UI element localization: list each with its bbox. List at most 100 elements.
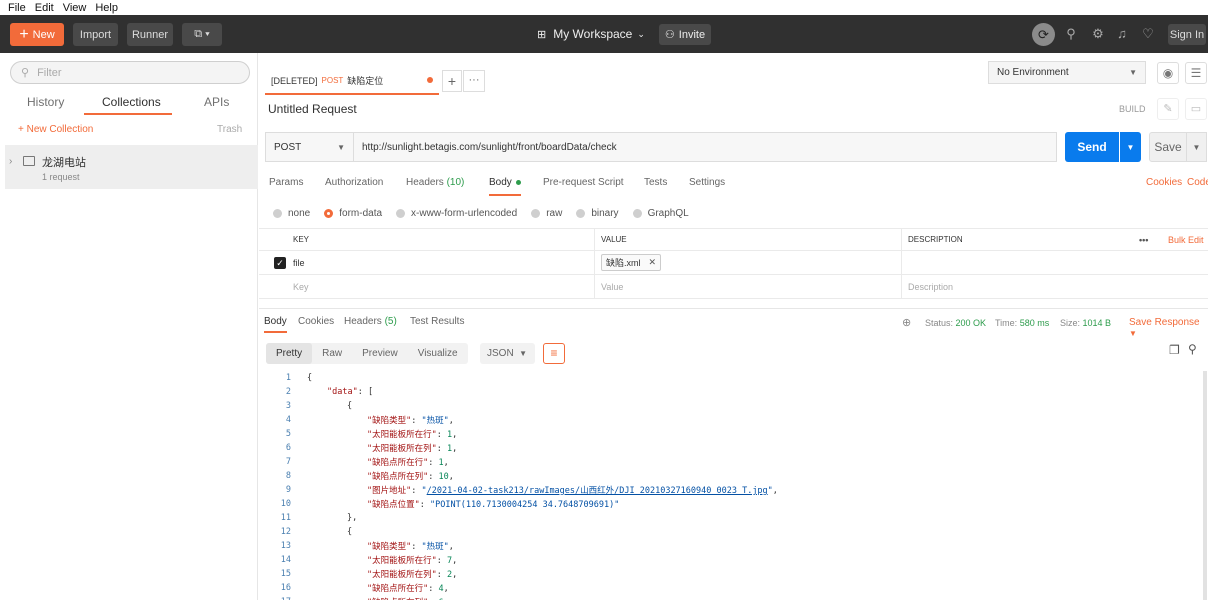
key-input[interactable]: Key — [287, 275, 309, 298]
tab-settings[interactable]: Settings — [689, 177, 725, 188]
plus-icon: + — [19, 25, 29, 43]
code-link[interactable]: Code — [1187, 177, 1208, 188]
tab-apis[interactable]: APIs — [204, 95, 229, 109]
radio-raw[interactable]: raw — [531, 208, 562, 219]
bulk-edit-link[interactable]: Bulk Edit — [1162, 229, 1204, 250]
view-visualize[interactable]: Visualize — [408, 343, 468, 364]
window-icon: ⧉ ▾ — [194, 28, 210, 40]
new-window-button[interactable]: ⧉ ▾ — [182, 23, 222, 46]
menu-view[interactable]: View — [63, 2, 87, 14]
menu-file[interactable]: File — [8, 2, 26, 14]
resp-tab-cookies[interactable]: Cookies — [298, 316, 334, 327]
col-description-header: DESCRIPTION — [901, 229, 963, 250]
environment-select[interactable]: No Environment ▼ — [988, 61, 1146, 84]
description-input[interactable]: Description — [901, 275, 953, 298]
table-header-row: KEY VALUE DESCRIPTION ••• Bulk Edit — [259, 228, 1208, 251]
chevron-right-icon[interactable]: › — [9, 156, 12, 167]
code-line: 14 "太阳能板所在行": 7, — [280, 555, 458, 566]
tab-headers[interactable]: Headers (10) — [406, 177, 464, 188]
workspace-switcher[interactable]: ⊞ My Workspace ⌄ — [537, 27, 645, 41]
code-line: 10 "缺陷点位置": "POINT(110.7130004254 34.7648… — [280, 499, 620, 510]
eye-icon[interactable]: ◉ — [1157, 62, 1179, 84]
send-button[interactable]: Send — [1065, 132, 1119, 162]
add-tab-button[interactable]: + — [442, 70, 462, 92]
tab-collections[interactable]: Collections — [102, 95, 161, 115]
tab-params[interactable]: Params — [269, 177, 303, 188]
satellite-icon[interactable]: ⚲ — [1063, 26, 1079, 42]
invite-button[interactable]: ⚇ Invite — [659, 24, 711, 45]
view-pretty[interactable]: Pretty — [266, 343, 313, 364]
resp-tab-test-results[interactable]: Test Results — [410, 316, 464, 327]
tab-authorization[interactable]: Authorization — [325, 177, 383, 188]
code-line: 2 "data": [ — [285, 387, 374, 397]
table-row: ✓ file 缺陷.xml ✕ — [259, 251, 1208, 275]
resp-tab-headers[interactable]: Headers (5) — [344, 316, 397, 327]
copy-icon[interactable]: ❐ — [1169, 343, 1180, 357]
row-value[interactable]: 缺陷.xml ✕ — [594, 251, 662, 274]
new-button[interactable]: + New — [10, 23, 64, 46]
send-options-button[interactable]: ▼ — [1120, 132, 1141, 162]
file-chip: 缺陷.xml ✕ — [601, 254, 662, 271]
view-raw[interactable]: Raw — [312, 343, 352, 364]
radio-urlencoded[interactable]: x-www-form-urlencoded — [396, 208, 517, 219]
code-line: 4 "缺陷类型": "热斑", — [285, 415, 454, 426]
collection-item[interactable]: › 龙湖电站 1 request — [5, 145, 258, 189]
url-input[interactable]: http://sunlight.betagis.com/sunlight/fro… — [354, 133, 1056, 161]
search-icon: ⚲ — [21, 67, 30, 79]
radio-form-data[interactable]: form-data — [324, 208, 382, 219]
more-options-icon[interactable]: ••• — [1133, 229, 1148, 250]
pencil-icon[interactable]: ✎ — [1157, 98, 1179, 120]
row-description[interactable] — [901, 251, 1208, 274]
signin-button[interactable]: Sign In — [1168, 24, 1206, 45]
code-line: 9 "图片地址": "/2021-04-02-task213/rawImages/… — [285, 485, 778, 496]
view-preview[interactable]: Preview — [352, 343, 408, 364]
tab-body[interactable]: Body — [489, 177, 521, 196]
gear-icon[interactable]: ⚙ — [1090, 26, 1106, 42]
cookies-link[interactable]: Cookies — [1146, 177, 1182, 188]
tab-options-button[interactable]: ··· — [463, 70, 485, 92]
new-collection-link[interactable]: + New Collection — [18, 124, 93, 135]
radio-none[interactable]: none — [273, 208, 310, 219]
menu-edit[interactable]: Edit — [35, 2, 54, 14]
search-icon[interactable]: ⚲ — [1188, 342, 1197, 356]
globe-icon[interactable]: ⊕ — [902, 316, 911, 329]
caret-down-icon: ▼ — [1129, 329, 1137, 338]
filter-input[interactable]: ⚲ Filter — [10, 61, 250, 84]
request-tab[interactable]: [DELETED] POST 缺陷定位 — [265, 68, 439, 95]
col-key-header: KEY — [293, 235, 310, 244]
sync-icon[interactable]: ⟳ — [1032, 23, 1055, 46]
image-url-link[interactable]: /2021-04-02-task213/rawImages/山西红外/DJI_2… — [427, 486, 768, 496]
checkbox-checked[interactable]: ✓ — [274, 257, 286, 269]
radio-binary[interactable]: binary — [576, 208, 619, 219]
collection-name: 龙湖电站 — [42, 157, 86, 169]
tab-history[interactable]: History — [27, 95, 64, 109]
menu-help[interactable]: Help — [95, 2, 118, 14]
settings-sliders-icon[interactable]: ☰ — [1185, 62, 1207, 84]
response-bar: Body Cookies Headers (5) Test Results ⊕ … — [259, 308, 1208, 338]
radio-graphql[interactable]: GraphQL — [632, 208, 689, 219]
tab-tests[interactable]: Tests — [644, 177, 667, 188]
wrap-lines-icon[interactable]: ≡ — [543, 343, 565, 364]
comment-icon[interactable]: ▭ — [1185, 98, 1207, 120]
format-select[interactable]: JSON ▼ — [480, 343, 535, 364]
close-icon[interactable]: ✕ — [649, 257, 657, 268]
trash-link[interactable]: Trash — [217, 124, 242, 135]
save-button[interactable]: Save — [1149, 132, 1187, 162]
heart-icon[interactable]: ♡ — [1140, 26, 1156, 42]
save-options-button[interactable]: ▼ — [1187, 132, 1207, 162]
value-input[interactable]: Value — [594, 275, 623, 298]
scrollbar[interactable] — [1203, 371, 1207, 600]
runner-button[interactable]: Runner — [127, 23, 173, 46]
collection-count: 1 request — [42, 172, 80, 182]
save-response-button[interactable]: Save Response ▼ — [1129, 317, 1208, 339]
method-select[interactable]: POST ▼ — [266, 133, 354, 161]
import-button[interactable]: Import — [73, 23, 118, 46]
time-text: Time: 580 ms — [995, 318, 1050, 328]
response-body[interactable]: 1{ 2 "data": [ 3{ 4 "缺陷类型": "热斑", 5 "太阳能板所在… — [259, 371, 1199, 600]
bell-icon[interactable]: ♫ — [1114, 26, 1130, 42]
tab-prerequest[interactable]: Pre-request Script — [543, 177, 624, 188]
row-key[interactable]: file — [287, 251, 305, 274]
code-line: 7 "缺陷点所在行": 1, — [285, 457, 449, 468]
resp-tab-body[interactable]: Body — [264, 316, 287, 333]
request-tabs: Params Authorization Headers (10) Body P… — [259, 177, 1208, 197]
